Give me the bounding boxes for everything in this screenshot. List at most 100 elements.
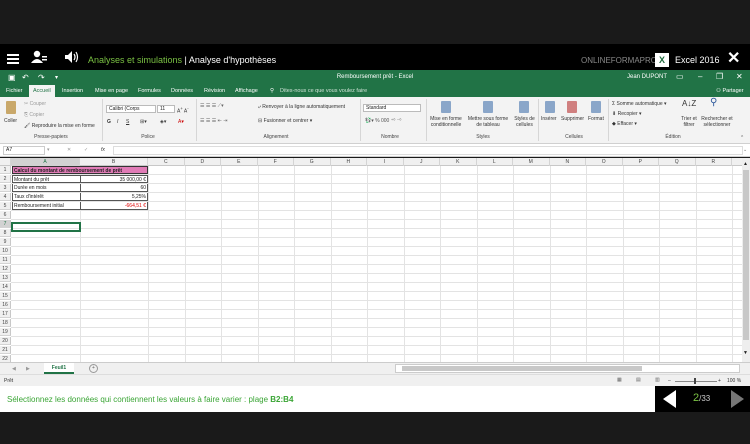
lightbulb-icon[interactable]: ⚲ xyxy=(270,88,274,94)
vertical-scrollbar[interactable]: ▲ ▼ xyxy=(742,158,750,362)
minimize-icon[interactable]: – xyxy=(698,72,702,81)
align-left-icon[interactable]: ☰ ☰ ☰ ⇤ ⇥ xyxy=(200,118,227,124)
scroll-thumb[interactable] xyxy=(743,170,749,340)
zoom-in-icon[interactable]: + xyxy=(718,378,721,384)
name-box-dropdown-icon[interactable]: ▾ xyxy=(47,147,50,153)
row-header-8[interactable]: 8 xyxy=(0,229,11,237)
tell-me-input[interactable]: Dites-nous ce que vous voulez faire xyxy=(280,88,367,94)
column-header-j[interactable]: J xyxy=(404,158,440,166)
expand-formula-icon[interactable]: ⌄ xyxy=(743,147,747,153)
active-cell-a7[interactable] xyxy=(11,222,81,232)
tab-mise-en-page[interactable]: Mise en page xyxy=(95,88,128,94)
cell-a4[interactable]: Taux d'intérêt xyxy=(12,193,80,201)
wrap-text-button[interactable]: ⤶ Renvoyer à la ligne automatiquement xyxy=(258,104,345,110)
accounting-format-icon[interactable]: 💱▾ % 000 ⁺⁰ ⁻⁰ xyxy=(365,118,401,124)
column-header-c[interactable]: C xyxy=(148,158,185,166)
format-as-table-button[interactable]: Mettre sous forme de tableau xyxy=(467,116,509,128)
scroll-up-icon[interactable]: ▲ xyxy=(743,161,748,167)
close-icon[interactable]: ✕ xyxy=(727,51,740,67)
tab-affichage[interactable]: Affichage xyxy=(235,88,258,94)
cell-styles-icon[interactable] xyxy=(519,101,529,113)
cell-a2[interactable]: Montant du prêt xyxy=(12,175,80,183)
tab-donnees[interactable]: Données xyxy=(171,88,193,94)
tab-revision[interactable]: Révision xyxy=(204,88,225,94)
menu-icon[interactable] xyxy=(7,54,19,64)
format-button[interactable]: Format xyxy=(588,116,604,122)
column-header-o[interactable]: O xyxy=(586,158,623,166)
page-break-icon[interactable]: ▥ xyxy=(655,377,660,383)
border-icon[interactable]: ⊞▾ xyxy=(140,119,147,125)
format-cells-icon[interactable] xyxy=(591,101,601,113)
fill-color-icon[interactable]: ◈▾ xyxy=(160,119,166,125)
column-header-e[interactable]: E xyxy=(221,158,258,166)
row-header-7[interactable]: 7 xyxy=(0,220,11,228)
hscroll-thumb[interactable] xyxy=(402,366,642,371)
sheet-tab-feuil1[interactable]: Feuil1 xyxy=(44,363,74,374)
normal-view-icon[interactable]: ▦ xyxy=(617,377,622,383)
row-header-6[interactable]: 6 xyxy=(0,211,11,219)
select-all-corner[interactable] xyxy=(0,158,11,166)
copy-button[interactable]: ⎘ Copier xyxy=(24,112,44,118)
column-header-i[interactable]: I xyxy=(367,158,404,166)
row-header-4[interactable]: 4 xyxy=(0,193,11,201)
row-header-3[interactable]: 3 xyxy=(0,184,11,192)
tab-accueil[interactable]: Accueil xyxy=(29,85,55,97)
merge-center-button[interactable]: ⊟ Fusionner et centrer ▾ xyxy=(258,118,312,124)
cell-styles-button[interactable]: Styles de cellules xyxy=(512,116,537,128)
delete-button[interactable]: Supprimer xyxy=(561,116,584,122)
format-table-icon[interactable] xyxy=(483,101,493,113)
font-color-icon[interactable]: A▾ xyxy=(178,119,184,125)
underline-icon[interactable]: S xyxy=(126,119,129,125)
row-header-13[interactable]: 13 xyxy=(0,274,11,282)
column-header-m[interactable]: M xyxy=(513,158,550,166)
insert-button[interactable]: Insérer xyxy=(541,116,557,122)
insert-function-icon[interactable]: fx xyxy=(101,147,105,153)
next-slide-icon[interactable] xyxy=(731,390,744,408)
share-button[interactable]: ⚇ Partager xyxy=(716,88,744,94)
row-header-16[interactable]: 16 xyxy=(0,301,11,309)
user-icon[interactable] xyxy=(30,50,48,64)
row-header-1[interactable]: 1 xyxy=(0,166,11,174)
previous-slide-icon[interactable] xyxy=(663,390,676,408)
cell-b3[interactable]: 60 xyxy=(80,184,148,192)
audio-icon[interactable] xyxy=(64,50,80,64)
number-format-select[interactable]: Standard xyxy=(363,104,421,112)
row-header-18[interactable]: 18 xyxy=(0,319,11,327)
zoom-slider[interactable] xyxy=(675,381,717,382)
row-header-22[interactable]: 22 xyxy=(0,355,11,362)
conditional-format-icon[interactable] xyxy=(441,101,451,113)
row-header-19[interactable]: 19 xyxy=(0,328,11,336)
cell-a3[interactable]: Durée en mois xyxy=(12,184,80,192)
row-header-11[interactable]: 11 xyxy=(0,256,11,264)
horizontal-scrollbar[interactable] xyxy=(395,364,740,373)
row-header-15[interactable]: 15 xyxy=(0,292,11,300)
paste-icon[interactable] xyxy=(6,101,16,114)
add-sheet-icon[interactable]: + xyxy=(89,364,98,373)
cell-a5[interactable]: Remboursement initial xyxy=(12,202,80,210)
column-header-d[interactable]: D xyxy=(185,158,221,166)
sheet-prev-icon[interactable]: ◀ xyxy=(12,366,16,372)
autosum-button[interactable]: Σ Somme automatique ▾ xyxy=(612,101,667,107)
window-close-icon[interactable]: ✕ xyxy=(736,72,743,81)
tab-formules[interactable]: Formules xyxy=(138,88,161,94)
column-header-q[interactable]: Q xyxy=(659,158,696,166)
name-box[interactable]: A7 xyxy=(3,146,45,155)
font-grow-icon[interactable]: A+ A- xyxy=(177,106,189,115)
fill-button[interactable]: ⬇ Recopier ▾ xyxy=(612,111,642,117)
delete-cells-icon[interactable] xyxy=(567,101,577,113)
user-name[interactable]: Jean DUPONT xyxy=(627,74,667,80)
ribbon-options-icon[interactable]: ▭ xyxy=(676,72,684,81)
tab-insertion[interactable]: Insertion xyxy=(62,88,83,94)
sort-filter-icon[interactable]: A↓Z xyxy=(682,100,696,108)
column-header-a[interactable]: A xyxy=(11,158,80,166)
cell-b2[interactable]: 35 000,00 € xyxy=(80,175,148,183)
column-header-g[interactable]: G xyxy=(294,158,331,166)
row-header-14[interactable]: 14 xyxy=(0,283,11,291)
column-header-f[interactable]: F xyxy=(258,158,294,166)
worksheet-grid[interactable]: ABCDEFGHIJKLMNOPQR 1 2 3 4 5 6 7 8 9 10 11 12 13 14 15… xyxy=(0,158,750,362)
collapse-ribbon-icon[interactable]: ⌃ xyxy=(740,135,744,141)
column-header-n[interactable]: N xyxy=(550,158,586,166)
cell-b4[interactable]: 5,25% xyxy=(80,193,148,201)
row-header-10[interactable]: 10 xyxy=(0,247,11,255)
cut-button[interactable]: ✂ Couper xyxy=(24,101,46,107)
